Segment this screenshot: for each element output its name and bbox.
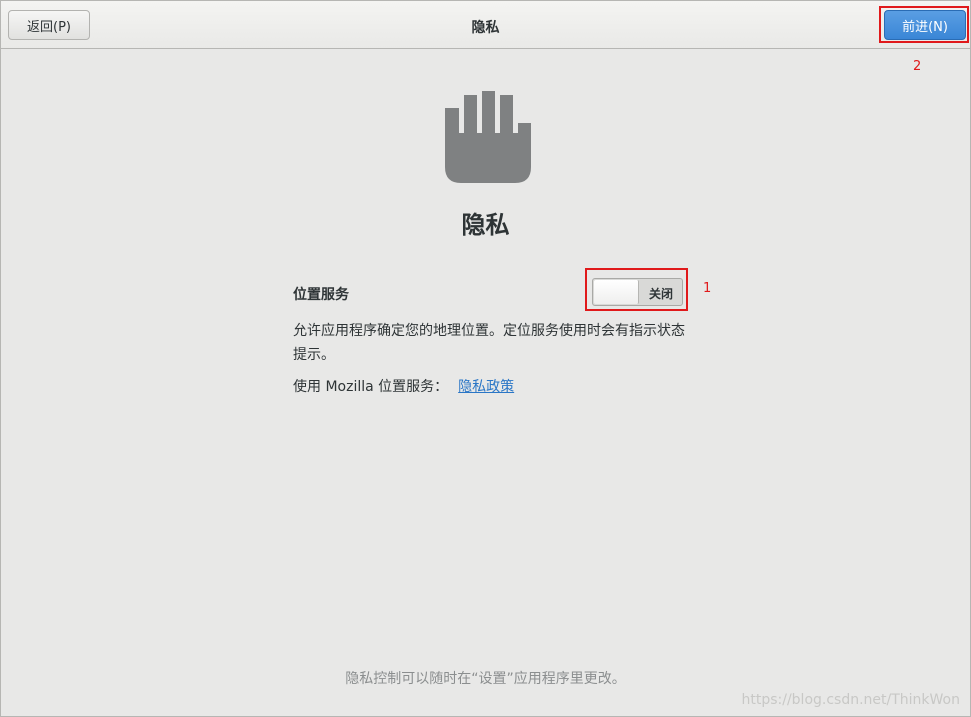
- window-title: 隐私: [471, 20, 500, 36]
- location-services-label: 位置服务: [293, 287, 349, 303]
- privacy-policy-link[interactable]: 隐私政策: [458, 379, 514, 395]
- watermark: https://blog.csdn.net/ThinkWon: [741, 692, 960, 708]
- annotation-marker-2: 2: [913, 59, 922, 74]
- forward-highlight-box: [879, 6, 969, 43]
- mozilla-notice: 使用 Mozilla 位置服务： 隐私政策: [293, 376, 514, 396]
- hand-stop-icon: [445, 91, 531, 183]
- location-description: 允许应用程序确定您的地理位置。定位服务使用时会有指示状态提示。: [293, 323, 685, 363]
- footer-note: 隐私控制可以随时在“设置”应用程序里更改。: [345, 671, 626, 687]
- switch-highlight-box: [585, 268, 688, 311]
- setup-window: 返回(P) 隐私 前进(N) 隐私 位置服务 关闭 允许应用程序确定您的地理位置…: [0, 0, 971, 717]
- page-heading: 隐私: [461, 211, 510, 239]
- mozilla-notice-text: 使用 Mozilla 位置服务：: [293, 379, 449, 395]
- annotation-marker-1: 1: [703, 281, 712, 296]
- header-bar: 返回(P) 隐私 前进(N): [1, 1, 970, 49]
